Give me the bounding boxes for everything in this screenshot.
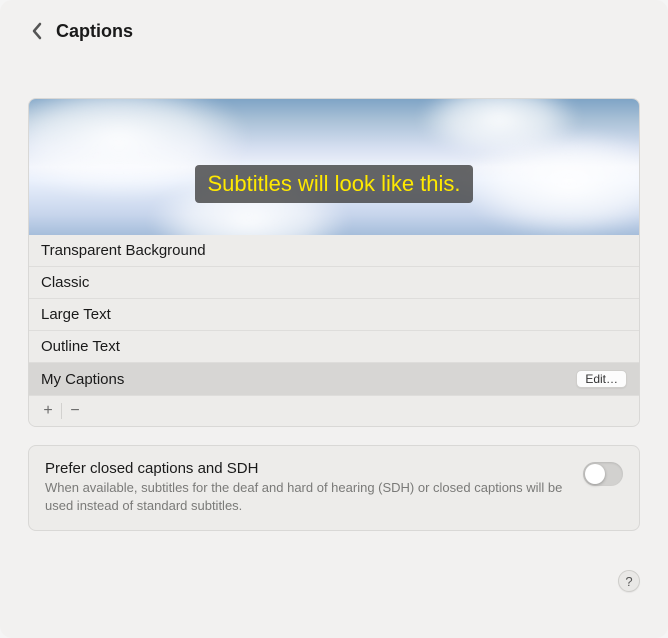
minus-icon: −: [70, 402, 79, 420]
toggle-knob: [585, 464, 605, 484]
edit-style-button[interactable]: Edit…: [576, 370, 627, 388]
remove-style-button[interactable]: −: [62, 400, 88, 422]
prefer-sdh-section: Prefer closed captions and SDH When avai…: [28, 445, 640, 531]
style-label: Outline Text: [41, 338, 120, 355]
caption-preview: Subtitles will look like this.: [29, 99, 639, 235]
prefer-sdh-toggle[interactable]: [583, 462, 623, 486]
style-label: Transparent Background: [41, 242, 206, 259]
style-option-my-captions[interactable]: My Captions Edit…: [29, 363, 639, 396]
back-button[interactable]: [28, 20, 46, 42]
prefer-sdh-description: When available, subtitles for the deaf a…: [45, 479, 563, 514]
style-label: Large Text: [41, 306, 111, 323]
help-button[interactable]: ?: [618, 570, 640, 592]
style-option-large-text[interactable]: Large Text: [29, 299, 639, 331]
captions-settings-panel: Captions Subtitles will look like this. …: [0, 0, 668, 638]
style-list-controls: + −: [29, 396, 639, 426]
style-option-transparent-background[interactable]: Transparent Background: [29, 235, 639, 267]
style-label: My Captions: [41, 371, 124, 388]
style-label: Classic: [41, 274, 89, 291]
style-option-outline-text[interactable]: Outline Text: [29, 331, 639, 363]
add-style-button[interactable]: +: [35, 400, 61, 422]
plus-icon: +: [43, 402, 52, 420]
question-mark-icon: ?: [625, 574, 632, 589]
caption-style-list: Transparent Background Classic Large Tex…: [29, 235, 639, 396]
prefer-sdh-text: Prefer closed captions and SDH When avai…: [45, 460, 563, 514]
panel-header: Captions: [28, 20, 640, 92]
subtitle-sample-text: Subtitles will look like this.: [195, 165, 472, 203]
caption-styles-section: Subtitles will look like this. Transpare…: [28, 98, 640, 427]
style-option-classic[interactable]: Classic: [29, 267, 639, 299]
page-title: Captions: [56, 21, 133, 42]
prefer-sdh-title: Prefer closed captions and SDH: [45, 460, 563, 477]
